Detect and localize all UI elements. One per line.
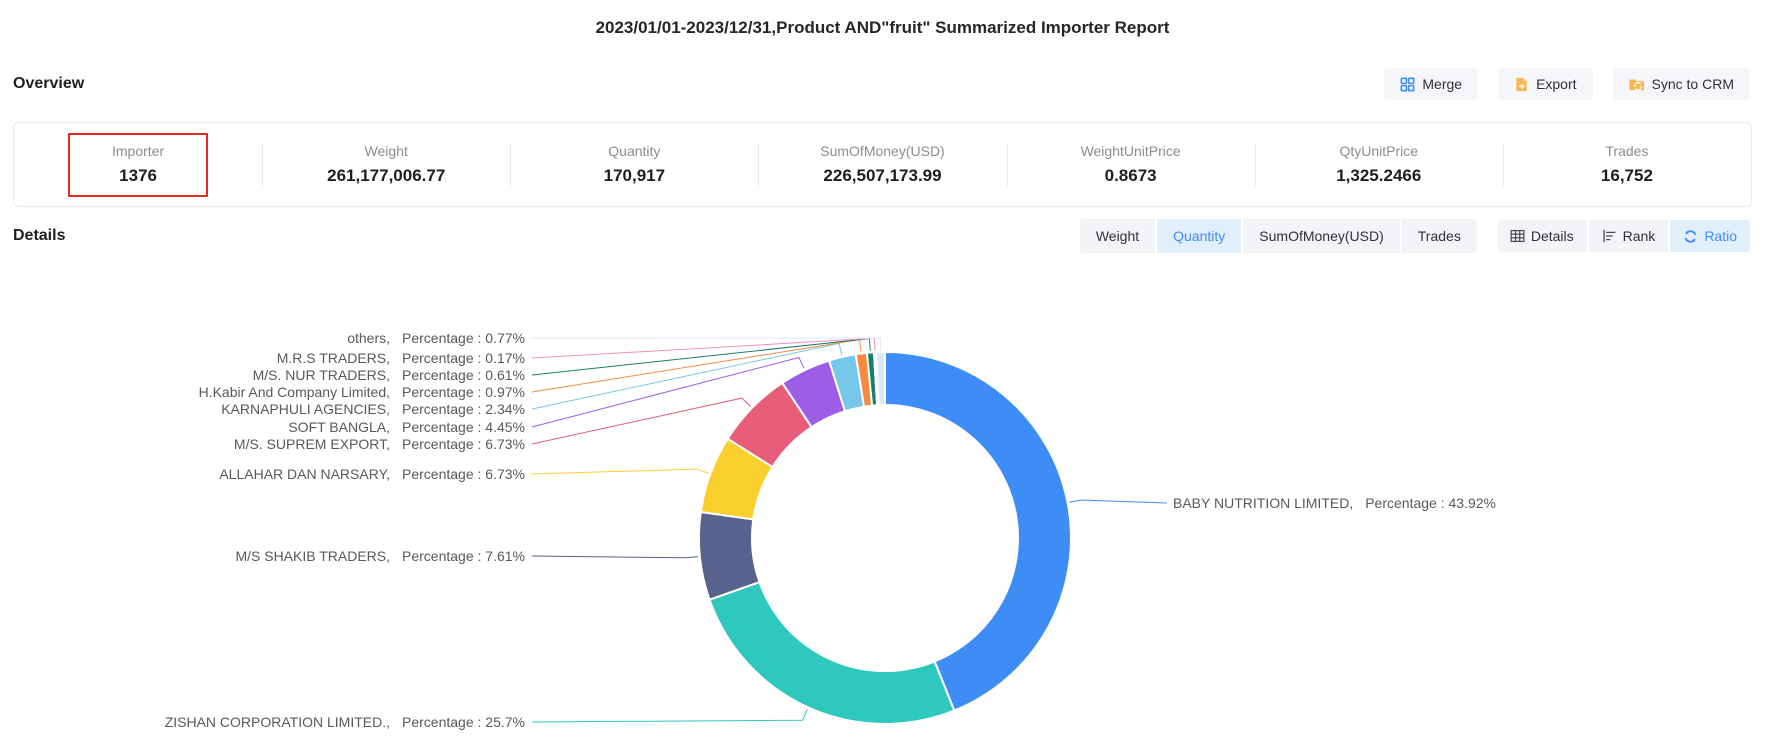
view-buttons: Details Rank Ratio: [1497, 220, 1750, 252]
stat-value: 16,752: [1601, 166, 1653, 186]
pie-label-percentage: Percentage : 6.73%: [402, 436, 525, 452]
stats-card: Importer 1376 Weight 261,177,006.77 Quantity…: [13, 122, 1752, 207]
pie-label-percentage: Percentage : 0.77%: [402, 330, 525, 346]
details-view-button[interactable]: Details: [1497, 220, 1587, 252]
pie-label-percentage: Percentage : 4.45%: [402, 419, 525, 435]
stat-value: 0.8673: [1105, 166, 1157, 186]
pie-label-percentage: Percentage : 0.61%: [402, 367, 525, 383]
stat-value: 1,325.2466: [1336, 166, 1421, 186]
pie-label-name: SOFT BANGLA,: [288, 419, 390, 435]
pie-label-percentage: Percentage : 2.34%: [402, 401, 525, 417]
stat-weight: Weight 261,177,006.77: [262, 123, 510, 206]
ratio-view-button-label: Ratio: [1704, 228, 1737, 244]
pie-label-soft-bangla: SOFT BANGLA, Percentage : 4.45%: [0, 418, 525, 436]
pie-label-percentage: Percentage : 43.92%: [1365, 495, 1496, 511]
details-view-button-label: Details: [1531, 228, 1574, 244]
tab-trades[interactable]: Trades: [1402, 219, 1477, 253]
pie-label-name: ALLAHAR DAN NARSARY,: [219, 466, 390, 482]
pie-label-percentage: Percentage : 0.17%: [402, 350, 525, 366]
stat-value: 261,177,006.77: [327, 166, 445, 186]
stat-value: 1376: [119, 166, 157, 186]
pie-leader-line: [532, 338, 875, 358]
stat-weightunitprice: WeightUnitPrice 0.8673: [1007, 123, 1255, 206]
pie-label-percentage: Percentage : 6.73%: [402, 466, 525, 482]
pie-label-name: BABY NUTRITION LIMITED,: [1173, 495, 1353, 511]
tab-sumofmoney-usd[interactable]: SumOfMoney(USD): [1243, 219, 1399, 253]
stat-importer: Importer 1376: [14, 123, 262, 206]
pie-label-percentage: Percentage : 25.7%: [402, 714, 525, 730]
export-button[interactable]: Export: [1498, 68, 1592, 100]
pie-label-name: M.R.S TRADERS,: [277, 350, 390, 366]
pie-label-m-r-s-traders: M.R.S TRADERS, Percentage : 0.17%: [0, 349, 525, 367]
stat-trades: Trades 16,752: [1503, 123, 1751, 206]
stat-quantity: Quantity 170,917: [510, 123, 758, 206]
pie-leader-line: [532, 338, 881, 350]
merge-button[interactable]: Merge: [1384, 68, 1478, 100]
pie-label-m-s-nur-traders: M/S. NUR TRADERS, Percentage : 0.61%: [0, 366, 525, 384]
pie-label-m-s-shakib-traders: M/S SHAKIB TRADERS, Percentage : 7.61%: [0, 547, 525, 565]
pie-label-zishan-corporation-limited: ZISHAN CORPORATION LIMITED., Percentage :…: [0, 713, 525, 731]
stat-label: Trades: [1605, 143, 1648, 159]
rank-view-button[interactable]: Rank: [1589, 220, 1669, 252]
ratio-icon: [1683, 229, 1698, 244]
stat-label: Weight: [365, 143, 408, 159]
measure-tabs: WeightQuantitySumOfMoney(USD)Trades: [1080, 219, 1477, 253]
importer-report-page: 2023/01/01-2023/12/31,Product AND"fruit"…: [0, 0, 1765, 253]
pie-label-name: KARNAPHULI AGENCIES,: [221, 401, 390, 417]
rank-view-button-label: Rank: [1623, 228, 1656, 244]
sync-to-crm-button-label: Sync to CRM: [1652, 76, 1734, 92]
page-title: 2023/01/01-2023/12/31,Product AND"fruit"…: [0, 0, 1765, 38]
pie-leader-line: [532, 469, 709, 474]
merge-icon: [1400, 77, 1415, 92]
export-icon: [1514, 77, 1529, 92]
action-buttons: Merge Export Sync to CRM: [1384, 68, 1750, 100]
pie-slice-others[interactable]: [876, 352, 885, 405]
stat-value: 170,917: [604, 166, 665, 186]
overview-header-row: Overview Merge Export Sync to CRM: [13, 68, 1750, 100]
pie-leader-line: [1070, 500, 1167, 503]
pie-label-percentage: Percentage : 7.61%: [402, 548, 525, 564]
rank-icon: [1602, 229, 1617, 243]
export-button-label: Export: [1536, 76, 1576, 92]
stat-label: QtyUnitPrice: [1339, 143, 1418, 159]
pie-label-others: others, Percentage : 0.77%: [0, 329, 525, 347]
overview-heading: Overview: [13, 75, 84, 93]
pie-label-name: H.Kabir And Company Limited,: [199, 384, 390, 400]
pie-label-baby-nutrition-limited: BABY NUTRITION LIMITED, Percentage : 43.9…: [1173, 494, 1496, 512]
pie-label-name: others,: [347, 330, 390, 346]
sync-to-crm-button[interactable]: Sync to CRM: [1613, 68, 1750, 100]
sync-folder-icon: [1629, 77, 1645, 92]
pie-slice-baby-nutrition-limited[interactable]: [885, 352, 1071, 711]
pie-label-m-s-suprem-export: M/S. SUPREM EXPORT, Percentage : 6.73%: [0, 435, 525, 453]
table-icon: [1510, 229, 1525, 243]
stat-label: Importer: [112, 143, 164, 159]
pie-label-allahar-dan-narsary: ALLAHAR DAN NARSARY, Percentage : 6.73%: [0, 465, 525, 483]
details-header-row: Details WeightQuantitySumOfMoney(USD)Tra…: [13, 219, 1750, 253]
tab-weight[interactable]: Weight: [1080, 219, 1155, 253]
pie-label-name: M/S SHAKIB TRADERS,: [235, 548, 390, 564]
merge-button-label: Merge: [1422, 76, 1462, 92]
pie-label-karnaphuli-agencies: KARNAPHULI AGENCIES, Percentage : 2.34%: [0, 400, 525, 418]
ratio-view-button[interactable]: Ratio: [1670, 220, 1750, 252]
pie-label-name: M/S. SUPREM EXPORT,: [234, 436, 390, 452]
details-heading: Details: [13, 227, 65, 245]
pie-leader-line: [532, 709, 807, 722]
stat-sumofmoney-usd: SumOfMoney(USD) 226,507,173.99: [758, 123, 1006, 206]
pie-leader-line: [532, 398, 751, 444]
tab-quantity[interactable]: Quantity: [1157, 219, 1241, 253]
stat-label: WeightUnitPrice: [1081, 143, 1181, 159]
stat-qtyunitprice: QtyUnitPrice 1,325.2466: [1255, 123, 1503, 206]
stat-value: 226,507,173.99: [823, 166, 941, 186]
stat-label: Quantity: [608, 143, 660, 159]
pie-leader-line: [532, 556, 698, 558]
pie-label-name: ZISHAN CORPORATION LIMITED.,: [165, 714, 390, 730]
pie-slice-zishan-corporation-limited[interactable]: [710, 582, 955, 724]
pie-label-name: M/S. NUR TRADERS,: [253, 367, 390, 383]
pie-label-percentage: Percentage : 0.97%: [402, 384, 525, 400]
pie-label-h-kabir-and-company-limited: H.Kabir And Company Limited, Percentage :…: [0, 383, 525, 401]
stat-label: SumOfMoney(USD): [820, 143, 944, 159]
